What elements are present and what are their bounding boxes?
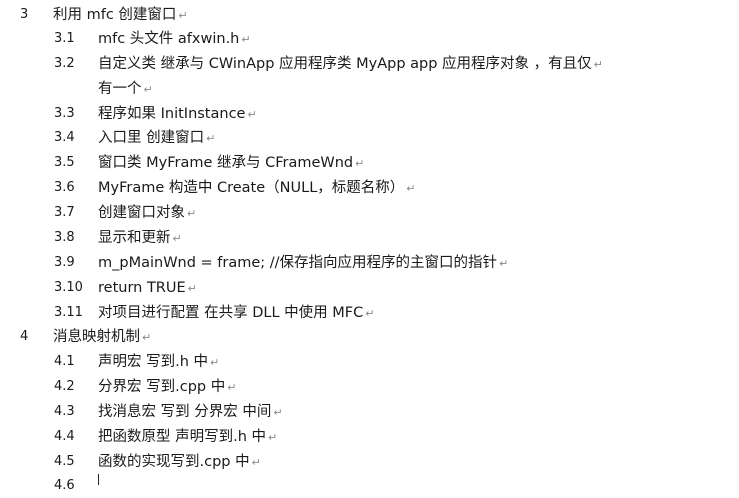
item-text-content: 利用 mfc 创建窗口: [53, 7, 177, 23]
item-text: 窗口类 MyFrame 继承与 CFrameWnd ↵: [98, 151, 364, 176]
item-text: MyFrame 构造中 Create（NULL，标题名称） ↵: [98, 176, 416, 201]
item-text-content: 窗口类 MyFrame 继承与 CFrameWnd: [98, 155, 354, 171]
paragraph-mark-icon: ↵: [365, 307, 375, 320]
paragraph-mark-icon: ↵: [355, 157, 365, 170]
item-text: return TRUE ↵: [98, 276, 197, 301]
item-text-content: 消息映射机制: [53, 329, 140, 345]
paragraph-mark-icon: ↵: [178, 9, 188, 22]
item-text-content: 把函数原型 声明写到.h 中: [98, 429, 267, 445]
text-cursor: [98, 474, 99, 485]
item-text-content: MyFrame 构造中 Create（NULL，标题名称）: [98, 180, 405, 196]
item-text-content: 声明宏 写到.h 中: [98, 354, 209, 370]
paragraph-mark-icon: ↵: [406, 182, 416, 195]
paragraph-mark-icon: ↵: [187, 207, 197, 220]
item-number: 4.4: [54, 429, 75, 444]
item-number: 3.3: [54, 106, 75, 121]
item-text-content: mfc 头文件 afxwin.h: [98, 31, 240, 47]
paragraph-mark-icon: ↵: [268, 431, 278, 444]
item-text: m_pMainWnd = frame; //保存指向应用程序的主窗口的指针 ↵: [98, 251, 508, 276]
paragraph-mark-icon: ↵: [273, 406, 283, 419]
item-text-content: m_pMainWnd = frame; //保存指向应用程序的主窗口的指针: [98, 255, 498, 271]
item-number: 3.4: [54, 130, 75, 145]
item-number: 3.11: [54, 305, 83, 320]
item-text-content: 自定义类 继承与 CWinApp 应用程序类 MyApp app 应用程序对象 …: [98, 56, 592, 72]
item-text: 显示和更新 ↵: [98, 226, 182, 251]
item-text-content: 入口里 创建窗口: [98, 130, 205, 146]
paragraph-mark-icon: ↵: [227, 381, 237, 394]
item-number: 3: [20, 7, 29, 22]
item-number: 4: [20, 329, 29, 344]
item-text-content: 对项目进行配置 在共享 DLL 中使用 MFC: [98, 305, 364, 321]
item-number: 4.3: [54, 404, 75, 419]
item-number: 3.9: [54, 255, 75, 270]
item-text: 把函数原型 声明写到.h 中 ↵: [98, 425, 277, 450]
item-number: 3.5: [54, 155, 75, 170]
item-text-content: return TRUE: [98, 280, 186, 296]
item-number: 3.10: [54, 280, 83, 295]
paragraph-mark-icon: ↵: [187, 282, 197, 295]
item-text: 对项目进行配置 在共享 DLL 中使用 MFC ↵: [98, 301, 374, 326]
item-text: 程序如果 InitInstance ↵: [98, 102, 257, 127]
item-text-content: 创建窗口对象: [98, 205, 185, 221]
item-text-content: 程序如果 InitInstance: [98, 106, 246, 122]
item-text-content: 找消息宏 写到 分界宏 中间: [98, 404, 272, 420]
item-text: 自定义类 继承与 CWinApp 应用程序类 MyApp app 应用程序对象 …: [98, 52, 603, 77]
paragraph-mark-icon: ↵: [143, 83, 153, 96]
item-number: 4.5: [54, 454, 75, 469]
item-text: mfc 头文件 afxwin.h ↵: [98, 27, 251, 52]
item-text: 创建窗口对象 ↵: [98, 201, 196, 226]
item-number: 3.7: [54, 205, 75, 220]
paragraph-mark-icon: ↵: [593, 58, 603, 71]
item-number: 4.6: [54, 478, 75, 493]
paragraph-mark-icon: ↵: [241, 33, 251, 46]
item-text-content: 分界宏 写到.cpp 中: [98, 379, 226, 395]
paragraph-mark-icon: ↵: [247, 108, 257, 121]
item-number: 3.6: [54, 180, 75, 195]
item-text-content: 有一个: [98, 81, 142, 97]
item-number: 3.8: [54, 230, 75, 245]
item-text: 找消息宏 写到 分界宏 中间 ↵: [98, 400, 283, 425]
paragraph-mark-icon: ↵: [142, 331, 152, 344]
item-text: 消息映射机制 ↵: [53, 325, 151, 350]
item-text: 声明宏 写到.h 中 ↵: [98, 350, 219, 375]
paragraph-mark-icon: ↵: [210, 356, 220, 369]
item-number: 3.1: [54, 31, 75, 46]
item-text: 函数的实现写到.cpp 中 ↵: [98, 450, 261, 475]
item-text: 入口里 创建窗口 ↵: [98, 126, 215, 151]
paragraph-mark-icon: ↵: [172, 232, 182, 245]
item-text-content: 显示和更新: [98, 230, 171, 246]
paragraph-mark-icon: ↵: [499, 257, 509, 270]
paragraph-mark-icon: ↵: [206, 132, 216, 145]
item-number: 3.2: [54, 56, 75, 71]
item-text-content: 函数的实现写到.cpp 中: [98, 454, 250, 470]
paragraph-mark-icon: ↵: [251, 456, 261, 469]
document-page[interactable]: 3 利用 mfc 创建窗口 ↵ 3.1 mfc 头文件 afxwin.h ↵ 3.2 自定义类…: [0, 0, 739, 493]
item-text: 分界宏 写到.cpp 中 ↵: [98, 375, 236, 400]
item-text: 利用 mfc 创建窗口 ↵: [53, 3, 188, 28]
item-number: 4.1: [54, 354, 75, 369]
item-number: 4.2: [54, 379, 75, 394]
item-text: 有一个 ↵: [98, 77, 153, 102]
